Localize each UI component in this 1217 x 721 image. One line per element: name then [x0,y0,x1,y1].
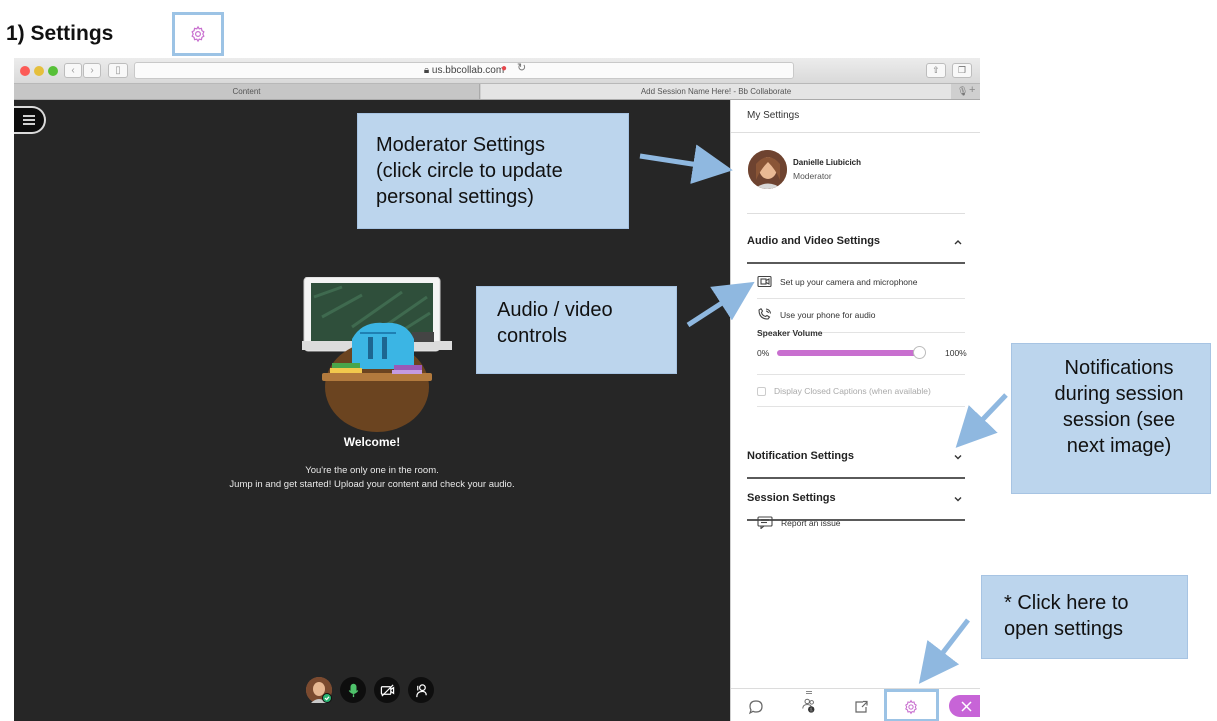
gear-icon [191,25,205,43]
report-issue-link[interactable]: Report an issue [757,516,841,529]
profile-name: Danielle Liubicich [793,158,862,167]
raise-hand-icon [415,683,427,697]
callout-line: open settings [1004,618,1123,640]
hamburger-icon [23,115,35,125]
microphone-button[interactable] [340,677,366,703]
address-bar[interactable]: 🔒︎ us.bbcollab.com [134,62,794,79]
panel-title: My Settings [747,110,800,121]
collaborate-panel-bar: 1 [731,688,980,721]
back-button[interactable]: ‹ [64,63,82,78]
chat-icon[interactable] [748,699,764,715]
callout-line: personal settings) [376,186,534,208]
chevron-down-icon[interactable] [953,452,963,462]
tab-microphone-icon: 🎙︎ [957,86,969,96]
callout-line: Notifications [1064,357,1174,379]
close-icon [960,700,972,712]
raise-hand-button[interactable] [408,677,434,703]
classroom-illustration [302,277,452,432]
speaker-volume-label: Speaker Volume [757,328,823,338]
divider [731,132,980,133]
phone-audio-link[interactable]: Use your phone for audio [757,308,965,321]
audio-video-callout: Audio / video controls [476,286,677,374]
share-page-button[interactable]: ⇧ [926,63,946,78]
reload-button[interactable]: ↻ [517,61,526,74]
tab-content[interactable]: Content [14,84,480,99]
callout-line: Audio / video [497,299,613,321]
audio-video-settings-header[interactable]: Audio and Video Settings [747,235,965,247]
heading-gear-illustration [172,12,224,56]
callout-line: session (see [1062,409,1176,431]
closed-captions-checkbox [757,386,766,396]
callout-line: * Click here to [1004,592,1129,614]
avatar [748,150,787,189]
phone-audio-label: Use your phone for audio [780,309,876,320]
page-title: 1) Settings [6,22,114,45]
divider [757,298,965,299]
welcome-message: You're the only one in the room. [305,465,439,476]
chevron-up-icon[interactable] [953,237,963,247]
section-divider [747,262,965,264]
notification-settings-header[interactable]: Notification Settings [747,450,965,462]
camera-mic-setup-link[interactable]: Set up your camera and microphone [757,275,965,288]
speaker-volume-handle[interactable] [913,346,926,359]
open-settings-callout: * Click here to open settings [981,575,1188,659]
gear-icon[interactable] [903,699,919,715]
session-menu-button[interactable] [14,106,46,134]
microphone-icon [348,683,358,697]
avatar [306,677,332,703]
close-window-button[interactable] [20,66,30,76]
moderator-settings-callout: Moderator Settings (click circle to upda… [357,113,629,229]
lock-icon: 🔒︎ [423,65,430,76]
welcome-instructions: Jump in and get started! Upload your con… [229,479,515,490]
address-bar-url: us.bbcollab.com [431,65,505,76]
welcome-title: Welcome! [343,435,401,449]
attendees-handle [806,691,812,694]
my-avatar-button[interactable] [306,677,332,703]
camera-off-icon [380,683,394,697]
microphone-active-icon: ● [501,63,508,74]
callout-line: (click circle to update [376,160,563,182]
section-divider [747,477,965,479]
minimize-window-button[interactable] [34,66,44,76]
closed-captions-option: Display Closed Captions (when available) [757,386,931,396]
camera-setup-icon [757,275,772,288]
volume-min-label: 0% [757,348,770,358]
attendees-icon[interactable]: 1 [801,697,817,713]
notifications-callout: Notifications during session session (se… [1011,343,1211,494]
divider [757,374,965,375]
callout-line: during session [1054,383,1184,405]
zoom-window-button[interactable] [48,66,58,76]
closed-captions-label: Display Closed Captions (when available) [774,386,931,396]
browser-toolbar: ‹ › ▯ 🔒︎ us.bbcollab.com ● ↻ ⇧ ❐ [14,58,980,84]
report-issue-label: Report an issue [781,517,841,528]
tab-session[interactable]: Add Session Name Here! - Bb Collaborate [481,84,951,99]
divider [757,406,965,407]
session-settings-header[interactable]: Session Settings [747,492,965,504]
share-icon[interactable] [853,699,869,715]
callout-line: next image) [1066,435,1172,457]
camera-mic-setup-label: Set up your camera and microphone [780,276,918,287]
show-tabs-button[interactable]: ❐ [952,63,972,78]
report-icon [757,516,773,529]
chevron-down-icon[interactable] [953,494,963,504]
forward-button[interactable]: › [83,63,101,78]
divider [747,213,965,214]
leave-session-button[interactable] [949,695,980,717]
tab-bar: Content Add Session Name Here! - Bb Coll… [14,84,980,100]
volume-max-label: 100% [945,348,967,358]
phone-icon [758,308,772,320]
callout-line: Moderator Settings [376,134,545,156]
profile-role: Moderator [793,171,832,181]
callout-line: controls [497,325,568,347]
new-tab-button[interactable]: + [969,84,975,96]
camera-button[interactable] [374,677,400,703]
profile-avatar-button[interactable] [748,150,787,189]
speaker-volume-slider[interactable] [777,350,919,356]
sidebar-toggle-button[interactable]: ▯ [108,63,128,78]
my-settings-panel: My Settings Danielle Liubicich Moderator… [730,100,980,721]
